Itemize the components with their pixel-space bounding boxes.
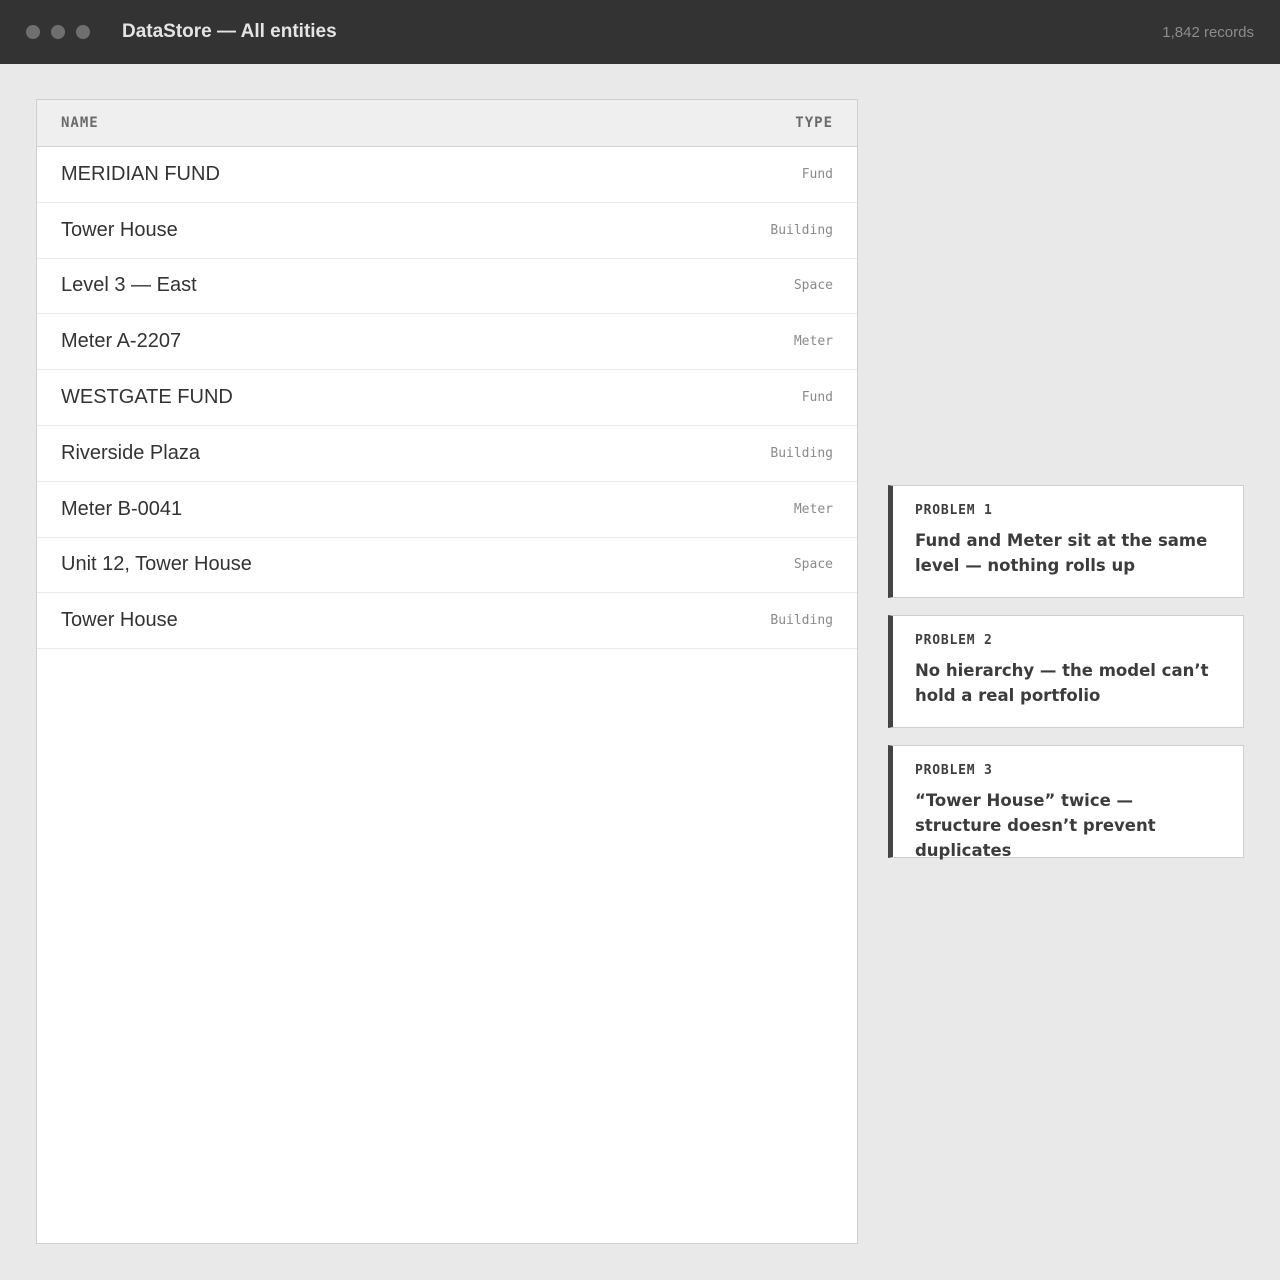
problem-label: PROBLEM 1 — [915, 503, 993, 518]
entity-name: Meter B-0041 — [61, 497, 183, 520]
problem-text: Fund and Meter sit at the same level — n… — [915, 531, 1208, 575]
entity-name: MERIDIAN FUND — [61, 162, 220, 185]
problem-card-3: PROBLEM 3 “Tower House” twice — structur… — [888, 745, 1244, 860]
table-header: NAME TYPE — [37, 100, 857, 147]
problem-card-1: PROBLEM 1 Fund and Meter sit at the same… — [888, 485, 1244, 598]
entity-name: Level 3 — East — [61, 274, 197, 297]
problem-card-2: PROBLEM 2 No hierarchy — the model can’t… — [888, 615, 1244, 728]
table-row[interactable]: Tower House Building — [37, 593, 857, 650]
table-row[interactable]: Meter A-2207 Meter — [37, 314, 857, 371]
window-titlebar: DataStore — All entities 1,842 records — [0, 0, 1280, 64]
entity-name: Riverside Plaza — [61, 441, 200, 464]
entity-type: Building — [770, 222, 833, 238]
entity-type: Space — [793, 557, 833, 573]
window-controls — [26, 25, 90, 39]
record-count: 1,842 records — [1162, 23, 1254, 41]
table-row[interactable]: Meter B-0041 Meter — [37, 482, 857, 538]
problem-text: “Tower House” twice — structure doesn’t … — [915, 791, 1156, 860]
entity-name: Unit 12, Tower House — [61, 553, 252, 576]
entity-type: Meter — [793, 334, 833, 350]
table-row[interactable]: Level 3 — East Space — [37, 259, 857, 315]
window-title: DataStore — All entities — [122, 21, 337, 42]
minimize-window-button[interactable] — [51, 25, 65, 39]
problem-label: PROBLEM 3 — [915, 763, 993, 778]
zoom-window-button[interactable] — [76, 25, 90, 39]
entity-type: Building — [770, 613, 833, 629]
column-header-type[interactable]: TYPE — [795, 115, 833, 131]
close-window-button[interactable] — [26, 25, 40, 39]
problem-text: No hierarchy — the model can’t hold a re… — [915, 661, 1209, 705]
problem-label: PROBLEM 2 — [915, 633, 993, 648]
table-row[interactable]: Riverside Plaza Building — [37, 426, 857, 482]
entities-table: NAME TYPE MERIDIAN FUND Fund Tower House… — [36, 99, 858, 1244]
entity-name: Meter A-2207 — [61, 330, 182, 353]
table-row[interactable]: Tower House Building — [37, 203, 857, 259]
entity-type: Meter — [793, 501, 833, 517]
column-header-name[interactable]: NAME — [61, 115, 99, 131]
entity-type: Building — [770, 445, 833, 461]
entity-type: Fund — [801, 166, 833, 182]
entity-type: Space — [793, 278, 833, 294]
entity-name: Tower House — [61, 609, 178, 632]
entity-name: Tower House — [61, 218, 178, 241]
entity-name: WESTGATE FUND — [61, 386, 233, 409]
entity-type: Fund — [801, 390, 833, 406]
table-row[interactable]: MERIDIAN FUND Fund — [37, 147, 857, 203]
table-row[interactable]: WESTGATE FUND Fund — [37, 370, 857, 426]
table-row[interactable]: Unit 12, Tower House Space — [37, 538, 857, 594]
